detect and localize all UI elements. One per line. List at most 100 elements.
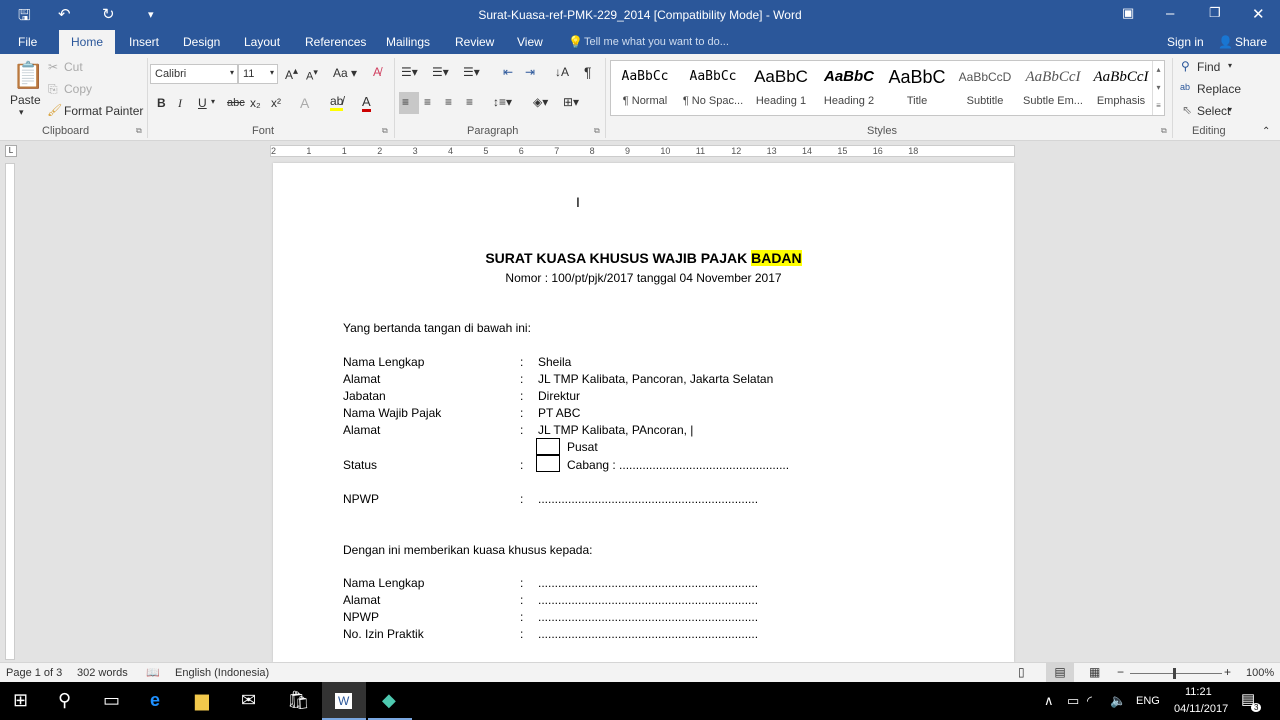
text-effects-icon[interactable]: A [300,95,309,111]
page-count[interactable]: Page 1 of 3 [6,667,62,679]
highlight-color-icon[interactable]: ab̸ [330,94,344,111]
tab-references[interactable]: References [305,35,366,49]
style-normal[interactable]: AaBbCc ¶ Normal [611,65,679,107]
read-mode-icon[interactable]: ▯ [1018,665,1025,679]
vertical-ruler[interactable] [5,163,15,660]
style-subtitle[interactable]: AaBbCcD Subtitle [951,65,1019,107]
paste-button[interactable]: Paste [10,93,41,107]
font-size-combo[interactable]: 11 ▾ [238,64,278,84]
numbering-icon[interactable]: ☰▾ [432,65,449,79]
style-heading-1[interactable]: AaBbC Heading 1 [747,65,815,107]
input-language[interactable]: ENG [1136,695,1160,707]
sign-in-link[interactable]: Sign in [1167,35,1204,49]
collapse-ribbon-icon[interactable]: ⌃ [1262,126,1270,137]
zoom-out-button[interactable]: − [1117,665,1124,679]
search-icon[interactable]: ⚲ [58,690,71,711]
tab-home[interactable]: Home [59,30,116,54]
replace-button[interactable]: Replace [1197,82,1241,96]
style-emphasis[interactable]: AaBbCcI Emphasis [1087,65,1155,107]
tab-view[interactable]: View [517,35,543,49]
document-page[interactable]: I SURAT KUASA KHUSUS WAJIB PAJAK BADAN N… [273,163,1014,662]
close-button[interactable]: ✕ [1252,5,1265,23]
zoom-slider[interactable] [1130,668,1222,679]
style-title[interactable]: AaBbC Title [883,65,951,107]
clock-date[interactable]: 04/11/2017 [1174,703,1228,715]
tab-layout[interactable]: Layout [244,35,280,49]
tab-review[interactable]: Review [455,35,494,49]
find-button[interactable]: Find [1197,60,1220,74]
tab-selector-icon[interactable]: L [5,145,17,157]
change-case-button[interactable]: Aa ▾ [333,66,357,80]
chevron-down-icon[interactable]: ▾ [1228,105,1232,114]
justify-icon[interactable]: ≡ [466,95,473,109]
select-button[interactable]: Select [1197,104,1230,118]
line-spacing-icon[interactable]: ↕≡▾ [493,95,512,109]
clock-time[interactable]: 11:21 [1185,686,1212,698]
edge-icon[interactable]: e [150,690,160,711]
font-name-combo[interactable]: Calibri ▾ [150,64,238,84]
copy-button[interactable]: Copy [64,82,92,96]
zoom-level[interactable]: 100% [1246,667,1274,679]
paste-icon[interactable]: 📋 [12,60,44,91]
restore-button[interactable]: ❐ [1209,5,1221,21]
zoom-slider-thumb[interactable] [1173,668,1176,679]
chevron-down-icon[interactable]: ▾ [211,97,215,106]
bullets-icon[interactable]: ☰▾ [401,65,418,79]
bold-button[interactable]: B [157,96,166,110]
checkbox-pusat[interactable] [536,438,560,455]
styles-launcher-icon[interactable]: ⧉ [1161,126,1167,136]
multilevel-list-icon[interactable]: ☰▾ [463,65,480,79]
superscript-button[interactable]: x² [271,96,281,110]
strikethrough-button[interactable]: abc [227,97,245,109]
language[interactable]: English (Indonesia) [175,667,269,679]
style-subtle-emphasis[interactable]: AaBbCcI Subtle Em... [1019,65,1087,107]
checkbox-cabang[interactable] [536,455,560,472]
battery-icon[interactable]: ▭ [1067,693,1079,709]
zoom-in-button[interactable]: + [1224,665,1231,679]
sort-icon[interactable]: ↓A [555,65,569,79]
subscript-button[interactable]: x₂ [250,96,261,110]
app-taskbar-button[interactable]: ◆ [368,682,412,720]
mail-icon[interactable]: ✉ [241,690,256,711]
grow-font-icon[interactable]: A▴ [285,66,298,82]
font-launcher-icon[interactable]: ⧉ [382,126,388,136]
volume-icon[interactable]: 🔈 [1110,693,1126,709]
web-layout-icon[interactable]: ▦ [1089,665,1100,679]
tell-me-input[interactable]: Tell me what you want to do... [584,36,729,48]
ribbon-display-icon[interactable]: ▣ [1122,5,1134,21]
horizontal-ruler[interactable]: 2 1 1 2 3 4 5 6 7 8 9 10 11 12 13 14 15 16 18 [270,145,1015,157]
print-layout-icon[interactable]: ▤ [1046,663,1074,682]
word-taskbar-button[interactable]: W [322,682,366,720]
paragraph-launcher-icon[interactable]: ⧉ [594,126,600,136]
cut-button[interactable]: Cut [64,60,83,74]
underline-button[interactable]: U [198,96,207,110]
show-formatting-icon[interactable]: ¶ [584,64,592,80]
format-painter-button[interactable]: Format Painter [64,104,143,118]
windows-start-icon[interactable]: ⊞ [13,690,28,711]
styles-scroll[interactable]: ▴ ▾ ≡ [1152,61,1164,115]
tab-mailings[interactable]: Mailings [386,35,430,49]
minimize-button[interactable]: – [1166,5,1174,22]
share-button[interactable]: Share [1235,35,1267,49]
tab-file[interactable]: File [18,35,37,49]
tab-design[interactable]: Design [183,35,220,49]
shading-icon[interactable]: ◈▾ [533,95,548,109]
style-no-spacing[interactable]: AaBbCc ¶ No Spac... [679,65,747,107]
store-icon[interactable]: 🛍 [287,690,310,711]
clipboard-launcher-icon[interactable]: ⧉ [136,126,142,136]
network-icon[interactable]: ◜ [1087,693,1092,709]
clear-formatting-icon[interactable]: A̸ [373,65,381,79]
word-count[interactable]: 302 words [77,667,128,679]
proofing-icon[interactable]: 📖 [146,666,160,679]
font-color-icon[interactable]: A [362,94,371,112]
file-explorer-icon[interactable]: ▆ [195,690,209,711]
task-view-icon[interactable]: ▭ [103,690,120,711]
chevron-down-icon[interactable]: ▾ [1228,61,1232,70]
borders-icon[interactable]: ⊞▾ [563,95,579,109]
shrink-font-icon[interactable]: A▾ [306,67,318,83]
style-heading-2[interactable]: AaBbC Heading 2 [815,65,883,107]
show-hidden-icons[interactable]: ∧ [1044,693,1054,709]
paste-dropdown-icon[interactable]: ▾ [19,107,24,118]
align-right-icon[interactable]: ≡ [445,95,452,109]
align-left-icon[interactable]: ≡ [399,92,419,114]
